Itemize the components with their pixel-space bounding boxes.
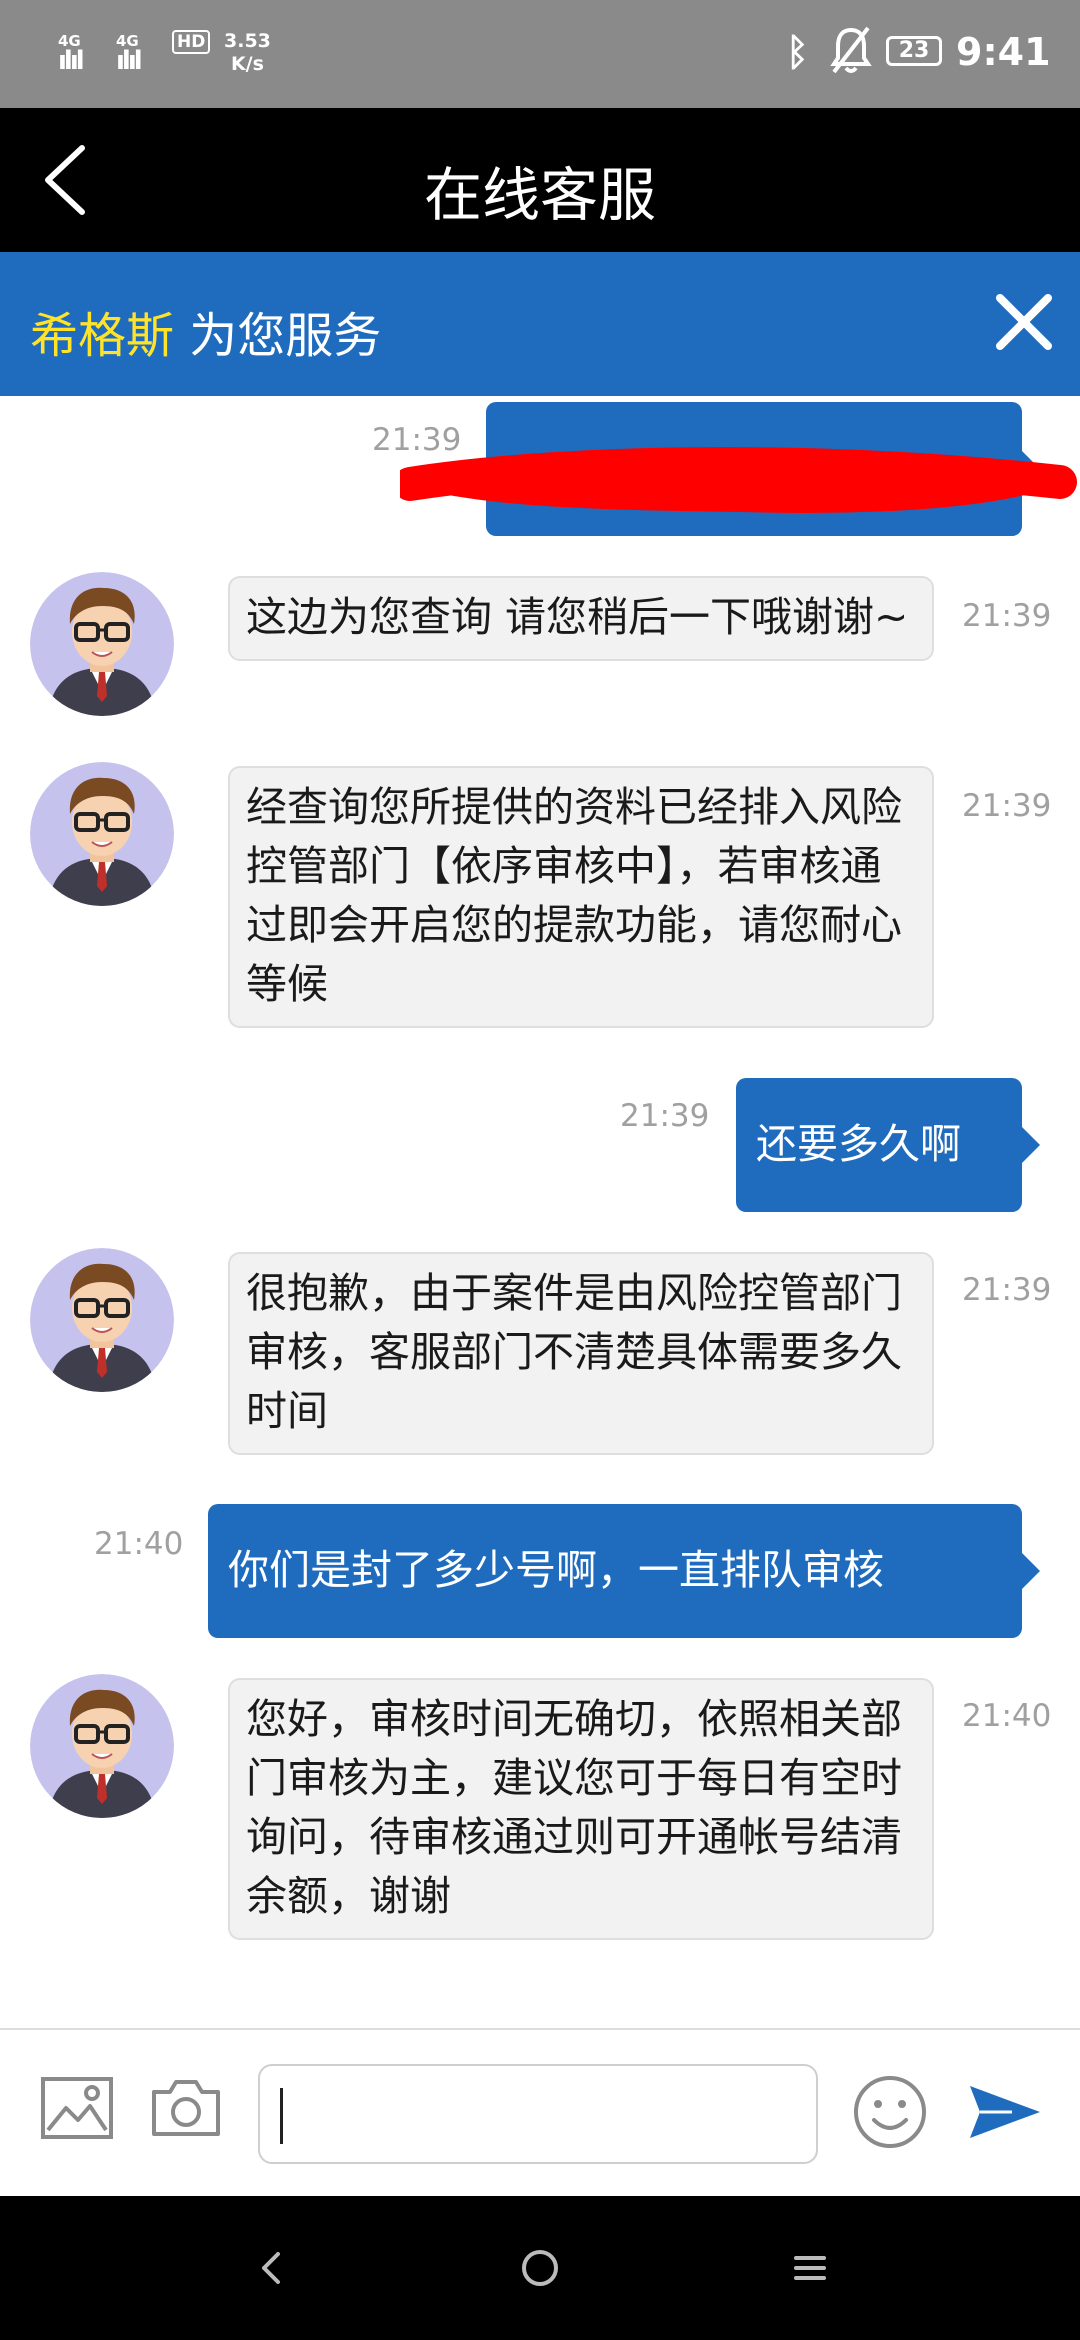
nav-menu-button[interactable] bbox=[782, 2240, 838, 2296]
smiley-icon bbox=[854, 2076, 926, 2148]
message-text: 经查询您所提供的资料已经排入风险控管部门【依序审核中】，若审核通过即会开启您的提… bbox=[246, 783, 902, 1008]
send-icon bbox=[970, 2086, 1040, 2138]
hd-voice-icon: HD bbox=[172, 30, 211, 54]
signal-icon-2: 4G ılıl bbox=[116, 32, 143, 76]
close-button[interactable] bbox=[994, 292, 1054, 352]
chat-input-bar bbox=[0, 2028, 1080, 2196]
bluetooth-icon: ᛒ bbox=[786, 30, 809, 74]
message-time: 21:39 bbox=[962, 598, 1052, 634]
system-nav-bar bbox=[0, 2196, 1080, 2340]
image-icon bbox=[41, 2077, 113, 2139]
redaction-mark bbox=[400, 447, 1077, 513]
nav-home-button[interactable] bbox=[512, 2240, 568, 2296]
message-input[interactable] bbox=[258, 2064, 818, 2164]
message-text: 这边为您查询 请您稍后一下哦谢谢~ bbox=[246, 593, 909, 641]
nav-back-icon bbox=[262, 2252, 280, 2284]
image-button[interactable] bbox=[40, 2076, 114, 2144]
page-title: 在线客服 bbox=[423, 161, 656, 229]
agent-banner: 希格斯 为您服务 bbox=[0, 252, 1080, 396]
agent-message-bubble[interactable]: 这边为您查询 请您稍后一下哦谢谢~ bbox=[228, 576, 934, 661]
agent-avatar bbox=[30, 572, 174, 716]
message-text: 你们是封了多少号啊，一直排队审核 bbox=[228, 1546, 884, 1594]
serving-text: 为您服务 bbox=[174, 308, 382, 364]
message-time: 21:40 bbox=[962, 1698, 1052, 1734]
speed-unit: K/s bbox=[230, 53, 264, 75]
emoji-button[interactable] bbox=[852, 2074, 928, 2154]
agent-avatar bbox=[30, 762, 174, 906]
agent-message-bubble[interactable]: 您好，审核时间无确切，依照相关部门审核为主，建议您可于每日有空时询问，待审核通过… bbox=[228, 1678, 934, 1940]
signal-icon-1: 4G ılıl bbox=[58, 32, 85, 76]
title-bar: 在线客服 bbox=[0, 108, 1080, 252]
agent-message-bubble[interactable]: 很抱歉，由于案件是由风险控管部门审核，客服部门不清楚具体需要多久时间 bbox=[228, 1252, 934, 1455]
close-icon bbox=[996, 294, 1052, 350]
message-text: 很抱歉，由于案件是由风险控管部门审核，客服部门不清楚具体需要多久时间 bbox=[246, 1269, 902, 1435]
agent-avatar bbox=[30, 1674, 174, 1818]
user-message-bubble[interactable]: 还要多久啊 bbox=[736, 1078, 1040, 1212]
nav-back-button[interactable] bbox=[244, 2240, 300, 2296]
home-circle-icon bbox=[522, 2250, 558, 2286]
battery-level: 23 bbox=[898, 38, 930, 63]
message-time: 21:39 bbox=[962, 1272, 1052, 1308]
agent-banner-text: 希格斯 为您服务 bbox=[30, 296, 381, 366]
menu-icon bbox=[794, 2256, 826, 2280]
camera-icon bbox=[152, 2080, 220, 2136]
text-cursor bbox=[280, 2088, 283, 2144]
battery-icon: 23 bbox=[886, 36, 942, 66]
message-time: 21:39 bbox=[620, 1098, 710, 1134]
clock: 9:41 bbox=[956, 30, 1051, 74]
message-time: 21:40 bbox=[94, 1526, 184, 1562]
agent-name: 希格斯 bbox=[30, 308, 175, 364]
camera-button[interactable] bbox=[148, 2076, 224, 2144]
agent-avatar bbox=[30, 1248, 174, 1392]
message-time: 21:39 bbox=[962, 788, 1052, 824]
send-button[interactable] bbox=[966, 2080, 1044, 2148]
user-message-bubble[interactable]: 你们是封了多少号啊，一直排队审核 bbox=[208, 1504, 1040, 1638]
message-text: 还要多久啊 bbox=[756, 1120, 961, 1168]
status-bar: 4G ılıl 4G ılıl HD 3.53 K/s ᛒ 23 9:41 bbox=[0, 0, 1080, 108]
network-speed: 3.53 K/s bbox=[224, 30, 271, 76]
mute-bell-icon bbox=[830, 24, 872, 82]
message-text: 您好，审核时间无确切，依照相关部门审核为主，建议您可于每日有空时询问，待审核通过… bbox=[246, 1695, 902, 1920]
hd-label: HD bbox=[177, 32, 206, 52]
speed-value: 3.53 bbox=[224, 30, 271, 52]
agent-message-bubble[interactable]: 经查询您所提供的资料已经排入风险控管部门【依序审核中】，若审核通过即会开启您的提… bbox=[228, 766, 934, 1028]
